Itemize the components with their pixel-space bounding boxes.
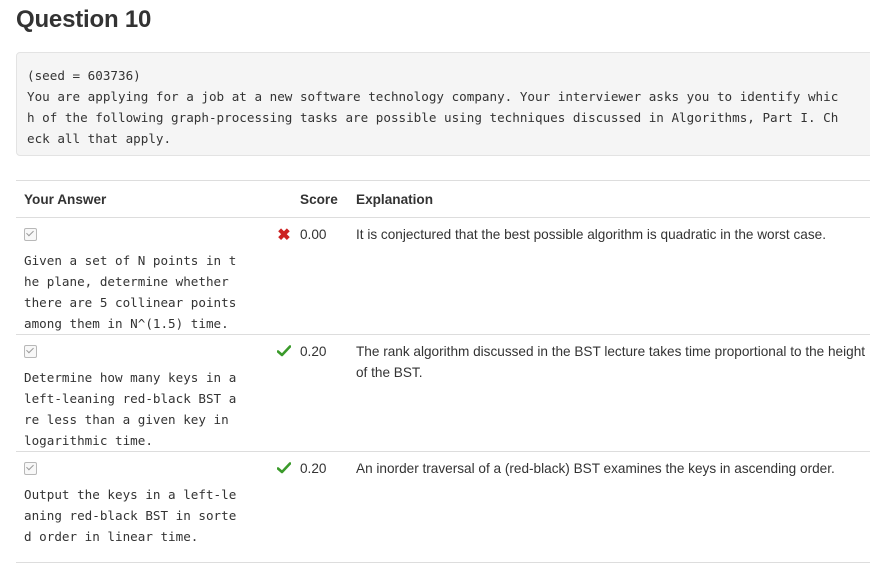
explanation-text: The rank algorithm discussed in the BST … [356, 344, 866, 380]
mark-cell [276, 451, 292, 563]
question-title: Question 10 [16, 6, 152, 33]
answer-cell: Determine how many keys in a left-leanin… [16, 334, 276, 452]
table-header-row: Your Answer Score Explanation [16, 180, 870, 218]
table-row: Determine how many keys in a left-leanin… [16, 334, 870, 452]
mark-cell: ✖ [276, 217, 292, 335]
question-prompt: (seed = 603736) You are applying for a j… [16, 52, 870, 156]
score-value: 0.00 [300, 227, 327, 242]
header-mark [276, 180, 292, 218]
score-cell: 0.20 [292, 451, 348, 563]
explanation-text: It is conjectured that the best possible… [356, 227, 826, 242]
results-table: Your Answer Score Explanation Given a se… [16, 180, 870, 563]
score-cell: 0.20 [292, 334, 348, 452]
header-your-answer: Your Answer [16, 180, 276, 218]
answer-cell: Output the keys in a left-le aning red-b… [16, 451, 276, 563]
check-mark-icon [276, 462, 292, 474]
answer-text: Determine how many keys in a left-leanin… [24, 370, 237, 448]
answer-text: Given a set of N points in t he plane, d… [24, 253, 237, 331]
score-value: 0.20 [300, 461, 327, 476]
answer-text: Output the keys in a left-le aning red-b… [24, 487, 237, 544]
explanation-cell: It is conjectured that the best possible… [348, 217, 870, 335]
header-score: Score [292, 180, 348, 218]
answer-checkbox [24, 228, 37, 241]
table-row: Output the keys in a left-le aning red-b… [16, 451, 870, 563]
table-row: Given a set of N points in t he plane, d… [16, 217, 870, 335]
x-mark-icon: ✖ [277, 227, 291, 244]
answer-checkbox [24, 345, 37, 358]
header-explanation: Explanation [348, 180, 870, 218]
explanation-text: An inorder traversal of a (red-black) BS… [356, 461, 835, 476]
check-mark-icon [276, 345, 292, 357]
answer-checkbox [24, 462, 37, 475]
explanation-cell: The rank algorithm discussed in the BST … [348, 334, 870, 452]
answer-cell: Given a set of N points in t he plane, d… [16, 217, 276, 335]
explanation-cell: An inorder traversal of a (red-black) BS… [348, 451, 870, 563]
mark-cell [276, 334, 292, 452]
score-value: 0.20 [300, 344, 327, 359]
score-cell: 0.00 [292, 217, 348, 335]
